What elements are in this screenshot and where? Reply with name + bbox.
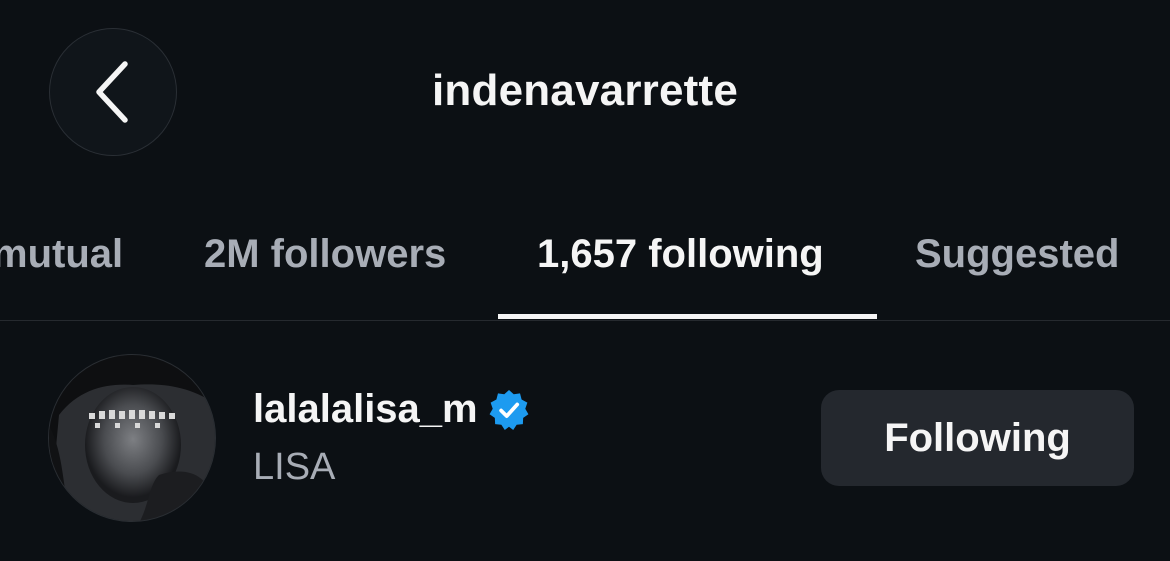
active-tab-indicator: [498, 314, 877, 319]
verified-badge-icon: [489, 389, 529, 430]
tab-followers[interactable]: 2M followers: [204, 232, 446, 277]
following-button[interactable]: Following: [821, 390, 1134, 486]
tab-following[interactable]: 1,657 following: [537, 232, 824, 277]
username-line: lalalalisa_m: [253, 387, 530, 432]
page-title: indenavarrette: [431, 66, 739, 115]
tab-mutual[interactable]: mutual: [0, 232, 123, 277]
tab-suggested[interactable]: Suggested: [915, 232, 1119, 277]
tab-bar: mutual 2M followers 1,657 following Sugg…: [0, 190, 1170, 321]
username[interactable]: lalalalisa_m: [253, 387, 478, 432]
full-name: LISA: [253, 446, 336, 488]
header: indenavarrette: [0, 0, 1170, 190]
avatar[interactable]: [48, 354, 216, 522]
list-item[interactable]: lalalalisa_m LISA Following: [0, 321, 1170, 561]
avatar-image: [49, 355, 215, 521]
